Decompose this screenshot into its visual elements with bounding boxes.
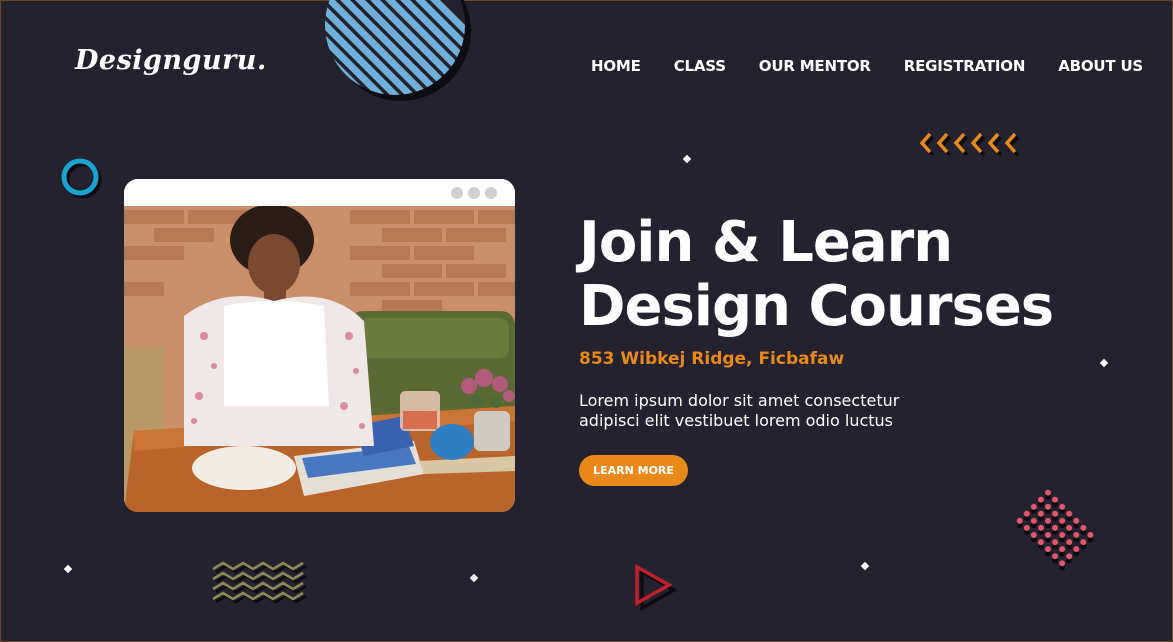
chevrons-left-icon <box>919 132 1020 157</box>
window-dot-icon <box>468 187 480 199</box>
description-line-1: Lorem ipsum dolor sit amet consectetur <box>579 391 900 410</box>
description-line-2: adipisci elit vestibuet lorem odio luctu… <box>579 411 894 430</box>
hero-address: 853 Wibkej Ridge, Ficbafaw <box>579 349 845 369</box>
sparkle-icon <box>63 564 73 574</box>
learn-more-button[interactable]: LEARN MORE <box>579 455 688 486</box>
sparkle-icon <box>1099 358 1109 368</box>
headline-line-1: Join & Learn <box>579 210 953 275</box>
ring-icon <box>61 158 102 199</box>
sparkle-icon <box>469 573 479 583</box>
play-triangle-icon <box>635 564 678 611</box>
hero-image-frame <box>124 179 515 512</box>
sparkle-icon <box>682 154 692 164</box>
hero-headline: Join & Learn Design Courses <box>579 210 1054 339</box>
zigzag-icon <box>212 561 307 604</box>
main-nav: HOME CLASS OUR MENTOR REGISTRATION ABOUT… <box>591 57 1173 75</box>
hero-photo <box>124 206 515 512</box>
window-dot-icon <box>451 187 463 199</box>
headline-line-2: Design Courses <box>579 274 1054 339</box>
nav-about-us[interactable]: ABOUT US <box>1058 57 1143 75</box>
window-bar <box>124 179 515 206</box>
sparkle-icon <box>860 561 870 571</box>
dot-grid-icon <box>1016 489 1094 571</box>
nav-home[interactable]: HOME <box>591 57 641 75</box>
window-dot-icon <box>485 187 497 199</box>
nav-our-mentor[interactable]: OUR MENTOR <box>759 57 871 75</box>
striped-circle-icon <box>325 0 471 101</box>
nav-class[interactable]: CLASS <box>674 57 726 75</box>
hero-description: Lorem ipsum dolor sit amet consectetur a… <box>579 391 939 431</box>
nav-registration[interactable]: REGISTRATION <box>904 57 1026 75</box>
brand-logo[interactable]: Designguru. <box>75 45 267 76</box>
